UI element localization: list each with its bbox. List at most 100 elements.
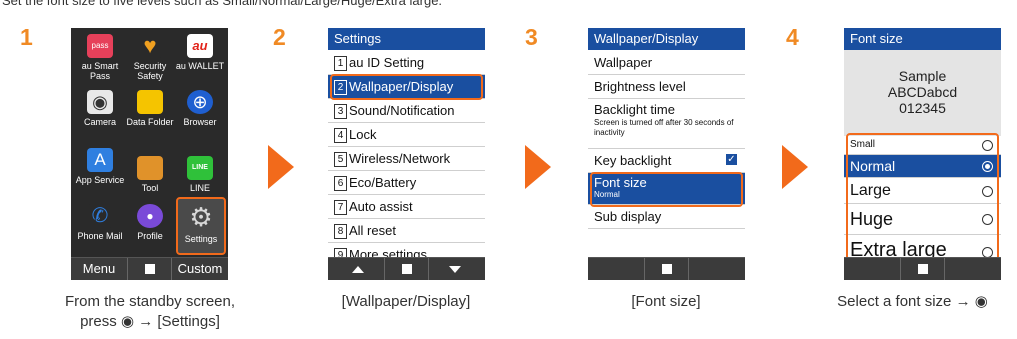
checkbox-checked-icon[interactable]: ✓ (726, 154, 737, 165)
selection-highlight (846, 133, 999, 267)
phone-mail-icon: ✆ (87, 204, 113, 228)
app-profile[interactable]: ● Profile (125, 204, 175, 241)
step-number: 4 (786, 24, 799, 50)
softkey-bar (844, 257, 1001, 280)
item-label: Lock (349, 127, 377, 142)
item-number: 8 (334, 224, 347, 239)
step4-caption: Select a font size → ◉ (837, 293, 988, 310)
toolbox-icon: ▰ (137, 156, 163, 180)
app-label: Security Safety (133, 61, 167, 81)
menu-item-wallpaper[interactable]: Wallpaper (588, 51, 745, 75)
sample-text: 012345 (899, 100, 946, 116)
app-service-icon: A (87, 148, 113, 172)
menu-item-eco[interactable]: 6 Eco/Battery (328, 171, 485, 195)
app-label: Browser (183, 117, 217, 127)
item-note: Screen is turned off after 30 seconds of… (594, 118, 734, 137)
app-label: Data Folder (126, 117, 174, 127)
item-number: 6 (334, 176, 347, 191)
next-arrow-icon (525, 145, 551, 189)
item-number: 7 (334, 200, 347, 215)
app-phone-mail[interactable]: ✆ Phone Mail (75, 204, 125, 241)
step-number: 1 (20, 24, 33, 50)
camera-icon: ◉ (87, 90, 113, 114)
selection-highlight (590, 172, 743, 207)
app-security-safety[interactable]: ♥ Security Safety (125, 34, 175, 81)
screen-title: Font size (844, 28, 1001, 50)
app-label: Profile (137, 231, 163, 241)
screen-title: Settings (328, 28, 485, 50)
custom-softkey[interactable]: Custom (172, 261, 228, 276)
security-heart-icon: ♥ (137, 34, 163, 58)
selection-highlight (330, 74, 483, 100)
scroll-down-icon[interactable] (449, 266, 461, 273)
sample-text: ABCDabcd (887, 84, 958, 100)
center-key-icon[interactable] (401, 264, 412, 274)
menu-softkey[interactable]: Menu (71, 261, 127, 276)
step1-caption: From the standby screen, press ◉ → [Sett… (50, 292, 250, 332)
app-label: au WALLET (175, 61, 225, 71)
menu-item-brightness[interactable]: Brightness level (588, 75, 745, 99)
au-wallet-icon: au (187, 34, 213, 58)
app-tool[interactable]: ▰ Tool (125, 156, 175, 193)
menu-item-backlight-time[interactable]: Backlight time Screen is turned off afte… (588, 99, 745, 149)
item-number: 5 (334, 152, 347, 167)
app-label: LINE (189, 183, 210, 193)
app-settings[interactable]: ⚙ Settings (176, 197, 226, 255)
app-line[interactable]: LINE LINE (175, 156, 225, 193)
item-label: Sound/Notification (349, 103, 455, 118)
item-label: Wireless/Network (349, 151, 451, 166)
item-label: Key backlight (594, 153, 672, 168)
app-label: App Service (75, 175, 125, 185)
app-label: au Smart Pass (81, 61, 119, 81)
item-label: Eco/Battery (349, 175, 417, 190)
app-label: Settings (184, 234, 218, 244)
screen-title: Wallpaper/Display (588, 28, 745, 50)
settings-screen: Settings 1 au ID Setting 2 Wallpaper/Displ… (328, 28, 485, 280)
font-size-screen: Font size Sample ABCDabcd 012345 Small N… (844, 28, 1001, 280)
menu-item-sound[interactable]: 3 Sound/Notification (328, 99, 485, 123)
center-key-icon[interactable] (917, 264, 928, 274)
display-screen: Wallpaper/Display Wallpaper Brightness l… (588, 28, 745, 280)
app-label: Phone Mail (77, 231, 123, 241)
app-data-folder[interactable]: ▬ Data Folder (125, 90, 175, 127)
softkey-bar (588, 257, 745, 280)
item-label: au ID Setting (349, 55, 425, 70)
globe-icon: ⊕ (187, 90, 213, 114)
app-au-wallet[interactable]: au au WALLET (175, 34, 225, 71)
center-key-icon[interactable] (661, 264, 672, 274)
step-number: 3 (525, 24, 538, 50)
softkey-bar (328, 257, 485, 280)
folder-icon: ▬ (137, 90, 163, 114)
intro-text: Set the font size to five levels such as… (2, 0, 443, 8)
menu-item-au-id[interactable]: 1 au ID Setting (328, 51, 485, 75)
item-label: Backlight time (594, 102, 675, 117)
center-key-icon[interactable] (144, 264, 155, 274)
step-number: 2 (273, 24, 286, 50)
gear-icon: ⚙ (189, 202, 213, 232)
menu-item-auto-assist[interactable]: 7 Auto assist (328, 195, 485, 219)
softkey-bar: Menu Custom (71, 257, 228, 280)
next-arrow-icon (782, 145, 808, 189)
app-browser[interactable]: ⊕ Browser (175, 90, 225, 127)
sample-text: Sample (898, 68, 947, 84)
home-screen: pass au Smart Pass ♥ Security Safety au … (71, 28, 228, 280)
menu-item-key-backlight[interactable]: Key backlight ✓ (588, 149, 745, 173)
item-number: 1 (334, 56, 347, 71)
menu-item-sub-display[interactable]: Sub display (588, 205, 745, 229)
scroll-up-icon[interactable] (352, 266, 364, 273)
app-label: Tool (141, 183, 159, 193)
step2-caption: [Wallpaper/Display] (341, 293, 471, 310)
menu-item-wireless[interactable]: 5 Wireless/Network (328, 147, 485, 171)
menu-item-all-reset[interactable]: 8 All reset (328, 219, 485, 243)
au-smart-pass-icon: pass (87, 34, 113, 58)
app-service[interactable]: A App Service (75, 148, 125, 185)
app-au-smart-pass[interactable]: pass au Smart Pass (75, 34, 125, 81)
next-arrow-icon (268, 145, 294, 189)
app-label: Camera (83, 117, 116, 127)
item-label: All reset (349, 223, 396, 238)
item-number: 4 (334, 128, 347, 143)
menu-item-lock[interactable]: 4 Lock (328, 123, 485, 147)
item-label: Auto assist (349, 199, 413, 214)
app-camera[interactable]: ◉ Camera (75, 90, 125, 127)
item-number: 3 (334, 104, 347, 119)
